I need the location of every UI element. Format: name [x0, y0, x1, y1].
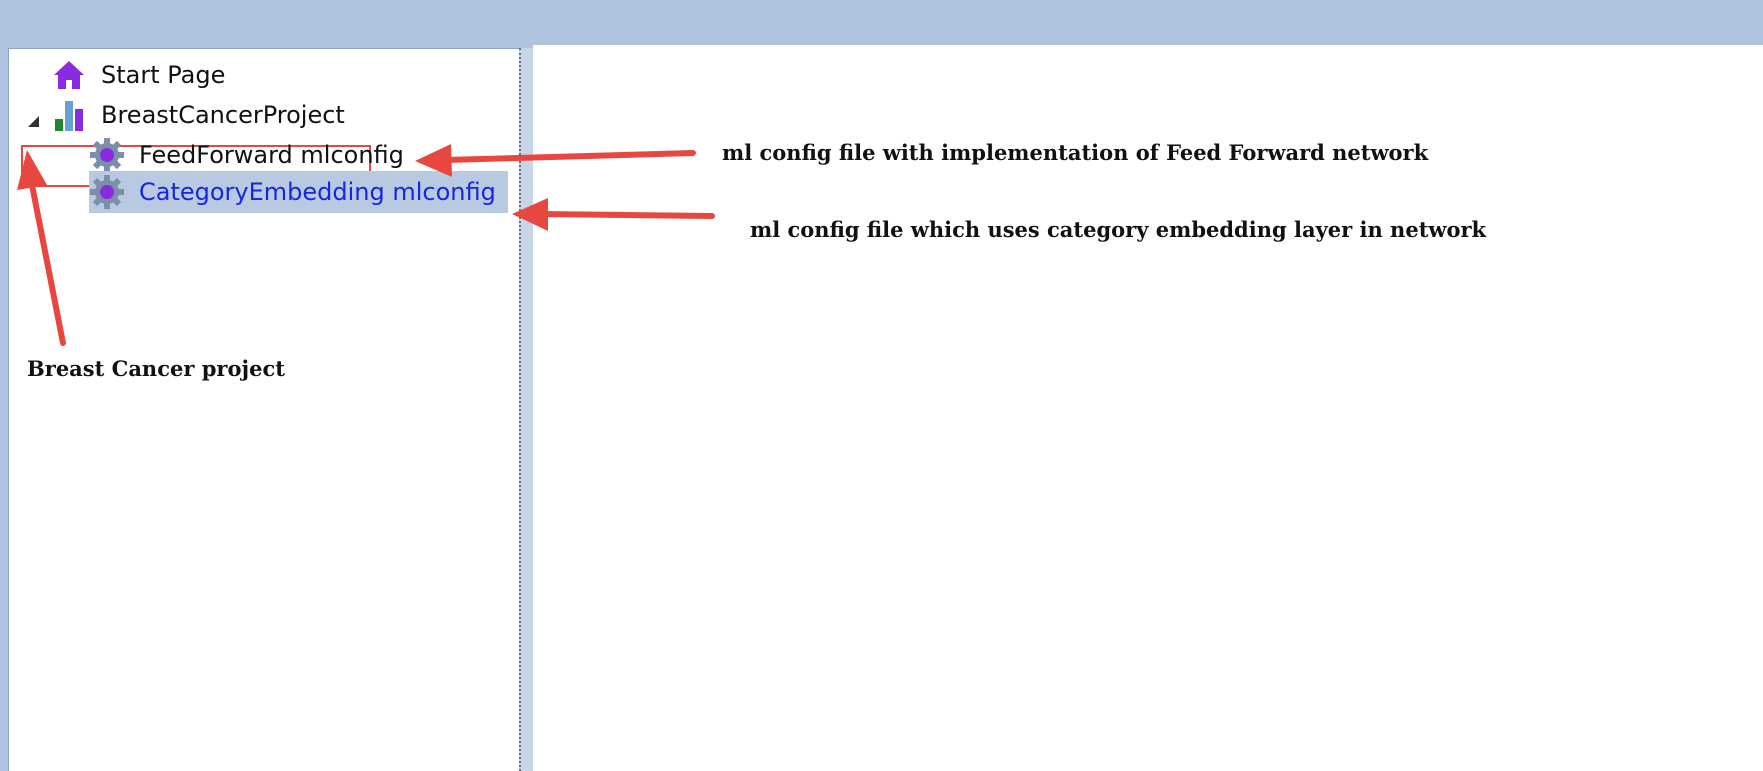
home-icon	[51, 57, 87, 93]
project-explorer: Start Page BreastCancerProject FeedForwa…	[8, 48, 519, 771]
annotation-project: Breast Cancer project	[27, 356, 285, 381]
annotation-feedforward: ml config file with implementation of Fe…	[722, 140, 1429, 165]
tree-item-label: FeedForward mlconfig	[139, 141, 404, 169]
tree-item-start-page[interactable]: Start Page	[51, 57, 225, 93]
tree-item-label: Start Page	[101, 61, 226, 89]
collapse-triangle-icon[interactable]	[25, 113, 41, 129]
tree-item-project[interactable]: BreastCancerProject	[51, 97, 345, 133]
bar-chart-icon	[51, 97, 87, 133]
tree-item-label: BreastCancerProject	[101, 101, 345, 129]
tree-item-category-embedding[interactable]: CategoryEmbedding mlconfig	[89, 171, 508, 213]
gear-icon	[89, 137, 125, 173]
panel-splitter[interactable]	[519, 48, 533, 771]
annotation-category-embedding: ml config file which uses category embed…	[750, 217, 1487, 242]
gear-icon	[89, 174, 125, 210]
tree-item-label: CategoryEmbedding mlconfig	[139, 178, 496, 206]
tree-item-feedforward[interactable]: FeedForward mlconfig	[89, 137, 404, 173]
